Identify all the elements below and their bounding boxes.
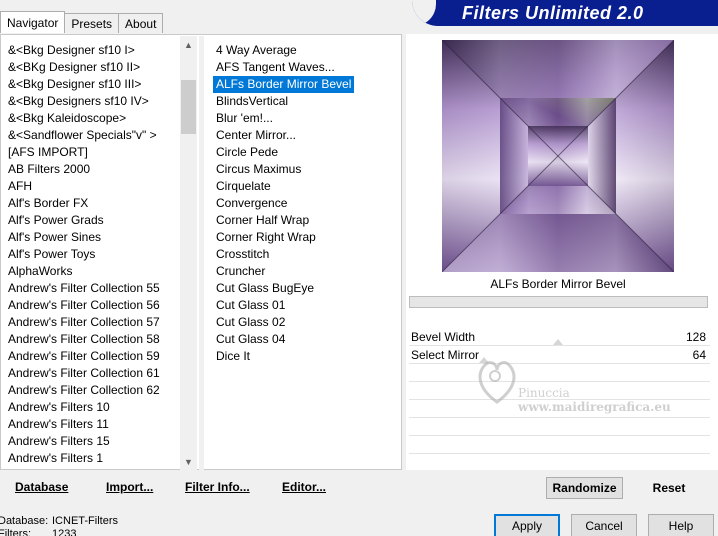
param-row-empty — [409, 418, 710, 436]
app-banner: Filters Unlimited 2.0 — [412, 0, 718, 26]
category-item[interactable]: Alf's Border FX — [8, 195, 88, 212]
category-item[interactable]: Alf's Power Toys — [8, 246, 95, 263]
filter-item[interactable]: Cut Glass 04 — [213, 331, 288, 348]
filter-item[interactable]: Crosstitch — [213, 246, 272, 263]
filter-info-button[interactable]: Filter Info... — [185, 480, 250, 494]
category-item[interactable]: &<BKg Designer sf10 II> — [8, 59, 140, 76]
filter-item[interactable]: Cut Glass 01 — [213, 297, 288, 314]
scroll-down-icon[interactable]: ▼ — [180, 453, 197, 470]
filter-item[interactable]: Cirquelate — [213, 178, 274, 195]
category-item[interactable]: Andrew's Filter Collection 61 — [8, 365, 160, 382]
cancel-button[interactable]: Cancel — [571, 514, 637, 536]
category-item[interactable]: &<Bkg Designer sf10 I> — [8, 42, 135, 59]
filter-item[interactable]: Corner Right Wrap — [213, 229, 319, 246]
category-item[interactable]: Andrew's Filter Collection 56 — [8, 297, 160, 314]
status-database-value: ICNET-Filters — [52, 515, 118, 527]
category-item[interactable]: &<Bkg Designers sf10 IV> — [8, 93, 149, 110]
category-item[interactable]: Andrew's Filters 1 — [8, 450, 103, 467]
param-row-bevel-width[interactable]: Bevel Width 128 — [409, 328, 710, 346]
category-item[interactable]: &<Bkg Designer sf10 III> — [8, 76, 141, 93]
tab-about[interactable]: About — [118, 13, 164, 33]
status-database-label: Database: — [0, 515, 49, 527]
filter-item[interactable]: Center Mirror... — [213, 127, 299, 144]
category-item[interactable]: AlphaWorks — [8, 263, 72, 280]
filter-list[interactable]: 4 Way Average AFS Tangent Waves... ALFs Bo… — [204, 36, 402, 470]
category-item[interactable]: Andrew's Filter Collection 62 — [8, 382, 160, 399]
category-item[interactable]: AFH — [8, 178, 32, 195]
filter-item-selected[interactable]: ALFs Border Mirror Bevel — [213, 76, 355, 93]
filter-item[interactable]: Convergence — [213, 195, 290, 212]
filter-item[interactable]: 4 Way Average — [213, 42, 300, 59]
tab-strip: Navigator Presets About — [0, 11, 164, 34]
filter-item[interactable]: Circus Maximus — [213, 161, 304, 178]
param-row-empty — [409, 364, 710, 382]
category-item[interactable]: Alf's Power Sines — [8, 229, 101, 246]
category-item[interactable]: AB Filters 2000 — [8, 161, 90, 178]
slider-marker-icon[interactable] — [553, 339, 563, 345]
randomize-button[interactable]: Randomize — [546, 477, 623, 499]
category-item[interactable]: Andrew's Filter Collection 57 — [8, 314, 160, 331]
category-item[interactable]: &<Bkg Kaleidoscope> — [8, 110, 126, 127]
param-label: Bevel Width — [411, 330, 476, 344]
category-item[interactable]: Andrew's Filters 10 — [8, 399, 110, 416]
filter-item[interactable]: Cut Glass BugEye — [213, 280, 317, 297]
param-value: 128 — [685, 330, 706, 344]
category-item[interactable]: Andrew's Filter Collection 55 — [8, 280, 160, 297]
filter-item[interactable]: BlindsVertical — [213, 93, 291, 110]
filter-item[interactable]: Cruncher — [213, 263, 268, 280]
tab-presets[interactable]: Presets — [64, 13, 120, 33]
tab-navigator[interactable]: Navigator — [0, 11, 66, 33]
category-item[interactable]: Alf's Power Grads — [8, 212, 104, 229]
filter-item[interactable]: Blur 'em!... — [213, 110, 276, 127]
filter-item[interactable]: Circle Pede — [213, 144, 281, 161]
help-button[interactable]: Help — [648, 514, 714, 536]
apply-button[interactable]: Apply — [494, 514, 560, 536]
category-item[interactable]: Andrew's Filters 15 — [8, 433, 110, 450]
filter-item[interactable]: Corner Half Wrap — [213, 212, 312, 229]
category-item[interactable]: &<Sandflower Specials"v" > — [8, 127, 157, 144]
editor-button[interactable]: Editor... — [282, 480, 326, 494]
param-row-empty — [409, 400, 710, 418]
category-item[interactable]: Andrew's Filters 20 — [8, 467, 110, 470]
app-title: Filters Unlimited 2.0 — [462, 3, 644, 23]
filter-name-label: ALFs Border Mirror Bevel — [490, 277, 626, 291]
filter-item[interactable]: Dice It — [213, 348, 253, 365]
import-button[interactable]: Import... — [106, 480, 153, 494]
param-row-empty — [409, 436, 710, 454]
category-item[interactable]: [AFS IMPORT] — [8, 144, 88, 161]
scroll-thumb[interactable] — [181, 80, 196, 134]
category-list[interactable]: &<Bkg Designer sf10 I> &<BKg Designer sf1… — [2, 36, 180, 470]
param-row-select-mirror[interactable]: Select Mirror 64 — [409, 346, 710, 364]
param-label: Select Mirror — [411, 348, 480, 362]
slider-marker-icon[interactable] — [479, 357, 489, 363]
scroll-up-icon[interactable]: ▲ — [180, 36, 197, 53]
preview-panel: ALFs Border Mirror Bevel Bevel Width 128… — [406, 34, 718, 470]
status-filters-value: 1233 — [52, 528, 77, 536]
category-scrollbar[interactable]: ▲ ▼ — [180, 36, 197, 470]
filter-item[interactable]: Cut Glass 02 — [213, 314, 288, 331]
filter-item[interactable]: AFS Tangent Waves... — [213, 59, 338, 76]
category-item[interactable]: Andrew's Filter Collection 58 — [8, 331, 160, 348]
database-button[interactable]: Database — [15, 480, 68, 494]
param-value: 64 — [692, 348, 706, 362]
category-item[interactable]: Andrew's Filter Collection 59 — [8, 348, 160, 365]
category-item[interactable]: Andrew's Filters 11 — [8, 416, 109, 433]
navigator-panel: &<Bkg Designer sf10 I> &<BKg Designer sf1… — [0, 34, 402, 470]
status-filters-label: Filters: — [0, 528, 31, 536]
reset-button[interactable]: Reset — [636, 477, 702, 499]
progress-bar — [409, 296, 708, 308]
param-row-empty — [409, 382, 710, 400]
preview-image — [442, 40, 674, 272]
